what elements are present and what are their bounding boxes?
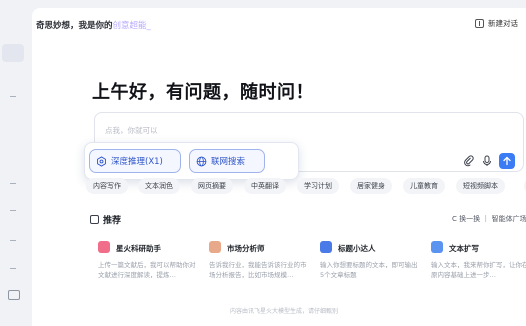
agent-card[interactable]: 星火科研助手 上传一篇文献后，我可以帮助你对文献进行深度解读，提炼… [94,237,197,285]
sidebar-item-marker[interactable] [10,240,16,241]
agent-name: 市场分析师 [227,244,265,253]
tagline-accent: 创意超能 [112,21,147,31]
agent-card[interactable]: 市场分析师 告诉我行业，我能告诉该行业的市场分析报告，比如市场规模… [205,237,308,285]
globe-icon [196,156,207,166]
send-button[interactable] [499,153,515,169]
tagline-cursor: _ [146,21,151,31]
web-search-button[interactable]: 联网搜索 [189,149,265,173]
sidebar-item-marker[interactable] [10,183,16,184]
footer-disclaimer: 内容由讯飞星火大模型生成，请仔细甄别 [230,308,339,315]
chip-content-writing[interactable]: 内容写作 [86,178,128,194]
new-chat-button[interactable]: 新建对话 [475,18,518,29]
recommend-icon [90,215,99,224]
deep-reasoning-label: 深度推理(X1) [111,157,163,167]
agent-card[interactable]: 标题小达人 输入你想要标题的文本，即可输出5个文章标题 [316,237,419,285]
recommend-heading: 推荐 [90,213,121,226]
greeting-title: 上午好，有问题，随时问！ [92,82,314,103]
chip-translation[interactable]: 中英翻译 [244,178,286,194]
chip-child-education[interactable]: 儿童教育 [403,178,445,194]
agent-description: 输入你想要标题的文本，即可输出5个文章标题 [320,261,418,279]
arrow-up-icon [503,156,511,166]
agent-description: 告诉我行业，我能告诉该行业的市场分析报告，比如市场规模… [209,261,307,279]
chip-video-script[interactable]: 短视频脚本 [456,178,505,194]
agent-name: 标题小达人 [338,244,376,253]
agent-avatar [431,241,443,253]
new-chat-label: 新建对话 [488,19,518,28]
agent-avatar [320,241,332,253]
chip-home-fitness[interactable]: 居家健身 [350,178,392,194]
recommend-title: 推荐 [103,216,122,226]
main-panel: 奇思妙想，我是你的创意超能_ 新建对话 上午好，有问题，随时问！ 深度推理(X1… [32,8,526,326]
chip-text-polish[interactable]: 文本润色 [138,178,180,194]
attachment-icon[interactable] [463,155,475,167]
sidebar-item-marker[interactable] [10,96,16,97]
agent-name: 星火科研助手 [116,244,161,253]
agent-avatar [98,241,110,253]
chip-web-summary[interactable]: 网页摘要 [191,178,233,194]
agent-name: 文本扩写 [449,244,479,253]
sidebar-item-marker[interactable] [10,210,16,211]
tagline-text: 奇思妙想，我是你的 [36,21,113,31]
mode-selector-popup: 深度推理(X1) 联网搜索 [84,142,299,180]
chip-study-plan[interactable]: 学习计划 [297,178,339,194]
microphone-icon[interactable] [481,155,493,167]
prompt-input[interactable] [105,123,405,137]
reasoning-icon [97,155,106,167]
swap-recommendations-button[interactable]: C 换一换 ｜ 智能体广场 [452,214,526,224]
agent-description: 上传一篇文献后，我可以帮助你对文献进行深度解读，提炼… [98,261,196,279]
sidebar-item-marker[interactable] [10,268,16,269]
left-rail [0,0,32,326]
header-tagline: 奇思妙想，我是你的创意超能_ [36,19,151,31]
new-chat-icon [475,19,484,28]
sidebar-item-active[interactable] [2,44,24,62]
agent-description: 输入文本，我来帮你扩写，让你在原内容基础上进一步… [431,261,526,279]
sidebar-toggle-icon[interactable] [8,290,20,300]
agent-avatar [209,241,221,253]
web-search-label: 联网搜索 [211,157,246,167]
deep-reasoning-button[interactable]: 深度推理(X1) [89,149,181,173]
agent-card[interactable]: 文本扩写 输入文本，我来帮你扩写，让你在原内容基础上进一步… [427,237,526,285]
